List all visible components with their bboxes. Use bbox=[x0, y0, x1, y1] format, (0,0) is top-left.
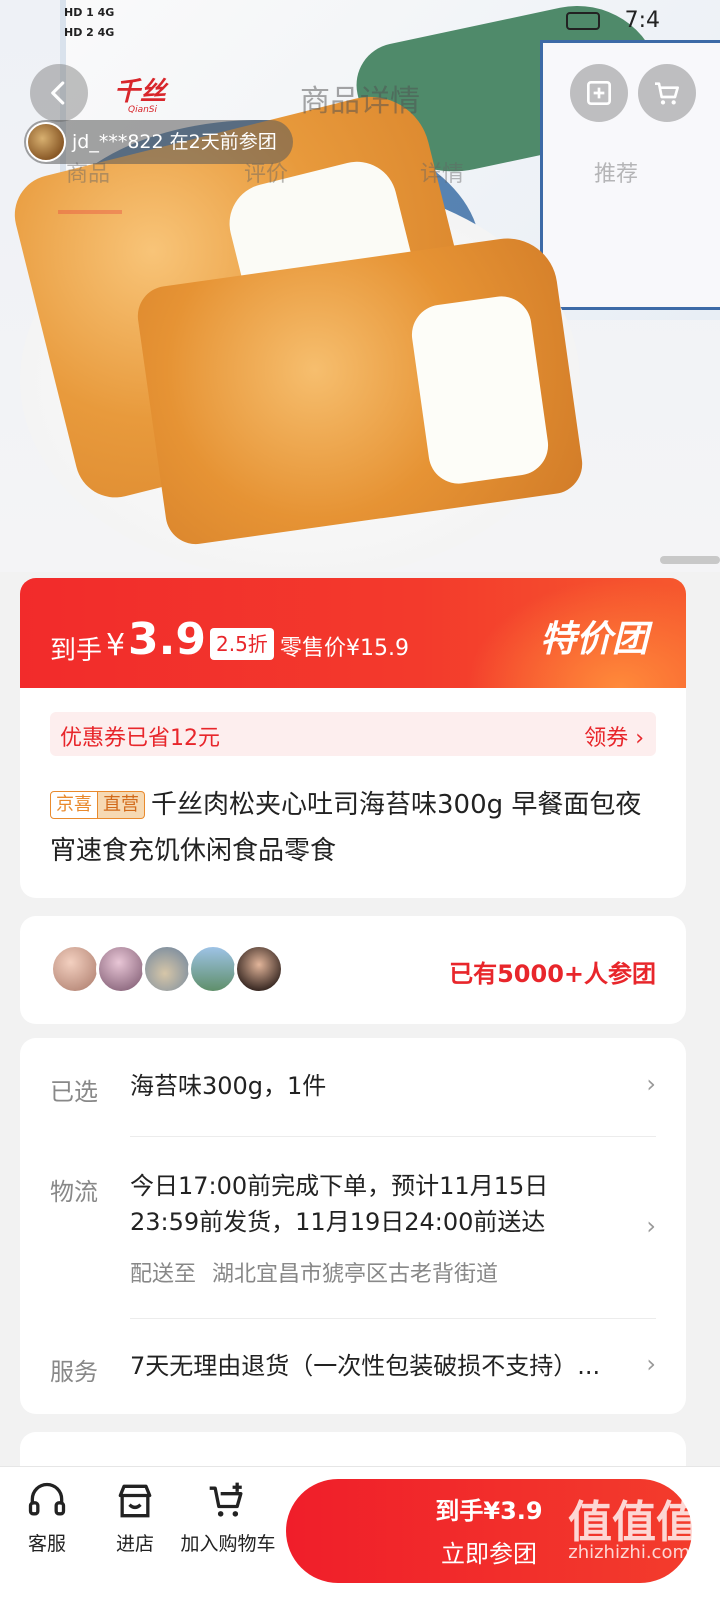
ship-to-label: 配送至 bbox=[130, 1262, 197, 1287]
status-bar: HD 1 4G HD 2 4G 7:4 bbox=[0, 0, 720, 44]
add-to-cart-button[interactable]: 加入购物车 bbox=[176, 1479, 280, 1556]
retail-price: 零售价¥15.9 bbox=[280, 636, 409, 661]
store-icon bbox=[118, 1484, 152, 1518]
currency-symbol: ¥ bbox=[106, 628, 126, 663]
add-to-cart-label: 加入购物车 bbox=[180, 1533, 276, 1555]
avatar bbox=[50, 944, 100, 994]
coupon-bar[interactable]: 优惠券已省12元 领券 › bbox=[50, 712, 656, 756]
selected-label: 已选 bbox=[50, 1078, 98, 1106]
coupon-savings-text: 优惠券已省12元 bbox=[60, 726, 220, 751]
final-price: 3.9 bbox=[128, 614, 206, 665]
shop-button[interactable]: 进店 bbox=[110, 1479, 160, 1556]
chevron-right-icon: › bbox=[646, 1350, 656, 1378]
chevron-right-icon: › bbox=[646, 1070, 656, 1098]
cart-button[interactable] bbox=[638, 64, 696, 122]
signal-2-text: HD 2 4G bbox=[64, 26, 115, 39]
selected-value: 海苔味300g，1件 bbox=[130, 1072, 327, 1100]
logistics-line-1: 今日17:00前完成下单，预计11月15日 bbox=[130, 1172, 549, 1200]
cart-icon bbox=[655, 82, 679, 105]
signal-1-text: HD 1 4G bbox=[64, 6, 115, 19]
avatar bbox=[142, 944, 192, 994]
share-icon bbox=[587, 81, 611, 105]
logistics-row[interactable]: 物流 今日17:00前完成下单，预计11月15日 23:59前发货，11月19日… bbox=[20, 1136, 686, 1316]
clock: 7:4 bbox=[624, 8, 660, 33]
tab-recommend[interactable]: 推荐 bbox=[594, 156, 638, 188]
site-watermark-url: zhizhizhi.com bbox=[568, 1542, 690, 1563]
service-label: 服务 bbox=[50, 1358, 98, 1386]
avatar bbox=[188, 944, 238, 994]
battery-icon bbox=[566, 12, 600, 30]
recent-join-text: jd_***822 在2天前参团 bbox=[72, 131, 277, 153]
avatar bbox=[96, 944, 146, 994]
image-scroll-indicator bbox=[660, 556, 720, 564]
logistics-label: 物流 bbox=[50, 1178, 98, 1206]
bread-filling bbox=[408, 292, 552, 488]
service-value: 7天无理由退货（一次性包装破损不支持）... bbox=[130, 1352, 601, 1380]
share-button[interactable] bbox=[570, 64, 628, 122]
chevron-right-icon: › bbox=[646, 1212, 656, 1240]
tab-details[interactable]: 详情 bbox=[420, 156, 464, 188]
price-prefix: 到手 bbox=[50, 636, 103, 666]
customer-service-button[interactable]: 客服 bbox=[22, 1479, 72, 1556]
group-count-text: 已有5000+人参团 bbox=[449, 960, 656, 988]
add-cart-icon bbox=[209, 1482, 243, 1517]
avatar bbox=[26, 122, 66, 162]
price-card: 到手 ¥ 3.9 2.5折 零售价¥15.9 特价团 优惠券已省12元 领券 ›… bbox=[20, 578, 686, 898]
product-title: 京喜 直营 千丝肉松夹心吐司海苔味300g 早餐面包夜宵速食充饥休闲食品零食 bbox=[50, 782, 656, 874]
price-banner: 到手 ¥ 3.9 2.5折 零售价¥15.9 特价团 bbox=[20, 578, 686, 688]
group-participants-card[interactable]: 已有5000+人参团 bbox=[20, 916, 686, 1024]
ship-to-address: 湖北宜昌市猇亭区古老背街道 bbox=[212, 1262, 499, 1287]
selected-spec-row[interactable]: 已选 海苔味300g，1件 › bbox=[20, 1038, 686, 1136]
special-group-badge: 特价团 bbox=[539, 619, 648, 660]
site-watermark: 值值值 bbox=[568, 1497, 700, 1548]
shop-label: 进店 bbox=[115, 1533, 154, 1555]
service-row[interactable]: 服务 7天无理由退货（一次性包装破损不支持）... › bbox=[20, 1318, 686, 1414]
purchase-info-card: 已选 海苔味300g，1件 › 物流 今日17:00前完成下单，预计11月15日… bbox=[20, 1038, 686, 1414]
active-tab-indicator bbox=[58, 210, 122, 214]
customer-service-label: 客服 bbox=[27, 1533, 66, 1555]
tag-jingxi: 京喜 bbox=[50, 791, 98, 819]
logistics-line-2: 23:59前发货，11月19日24:00前送达 bbox=[130, 1208, 546, 1236]
tag-direct: 直营 bbox=[98, 791, 145, 819]
avatar bbox=[234, 944, 284, 994]
recent-join-notice: jd_***822 在2天前参团 bbox=[24, 120, 293, 164]
claim-coupon-link[interactable]: 领券 › bbox=[584, 720, 644, 752]
discount-badge: 2.5折 bbox=[210, 628, 274, 660]
headset-icon bbox=[28, 1482, 66, 1516]
